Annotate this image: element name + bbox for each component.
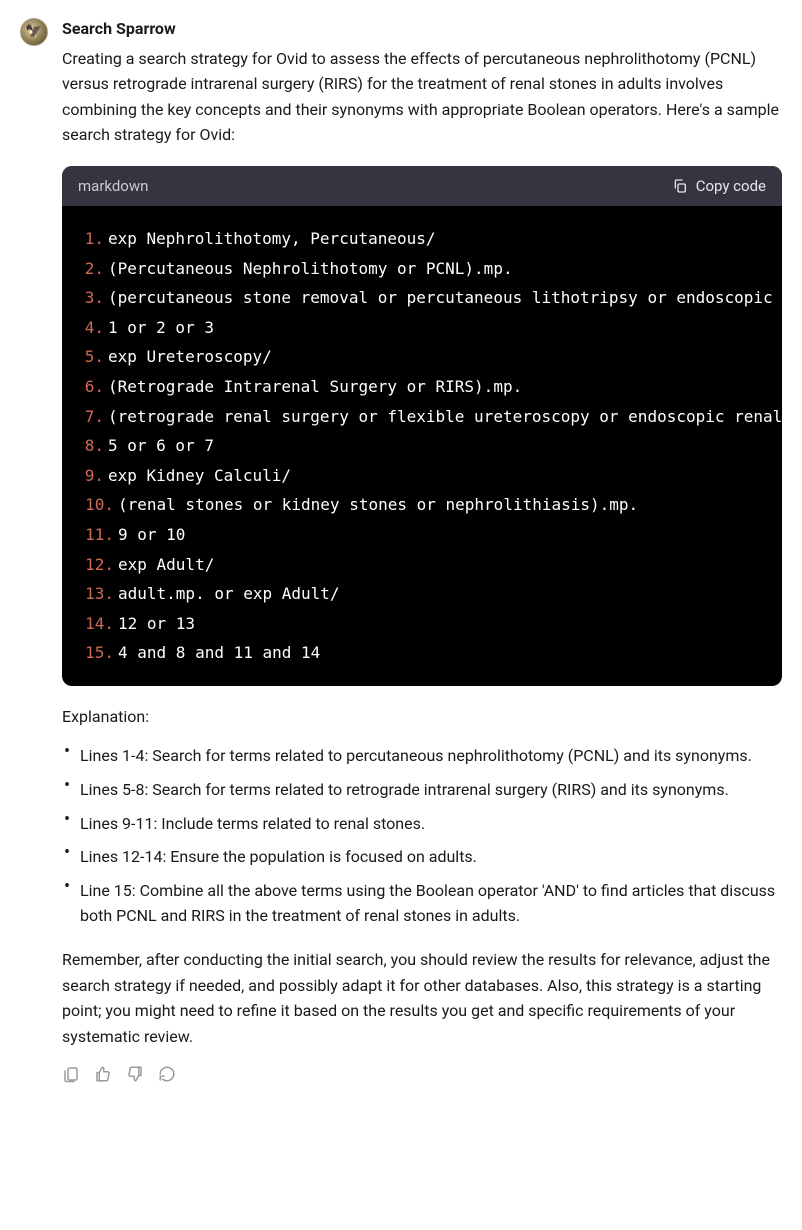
code-scroll[interactable]: 1.exp Nephrolithotomy, Percutaneous/ 2.(…	[62, 206, 782, 686]
code-text: 4 and 8 and 11 and 14	[118, 643, 320, 662]
code-line: 13.adult.mp. or exp Adult/	[76, 579, 782, 609]
line-number: 4.	[76, 313, 104, 343]
thumbs-up-icon	[94, 1065, 112, 1083]
code-line: 7.(retrograde renal surgery or flexible …	[76, 402, 782, 432]
line-number: 14.	[76, 609, 114, 639]
code-language: markdown	[78, 174, 148, 198]
line-number: 3.	[76, 283, 104, 313]
code-body: 1.exp Nephrolithotomy, Percutaneous/ 2.(…	[62, 206, 782, 686]
code-line: 6.(Retrograde Intrarenal Surgery or RIRS…	[76, 372, 782, 402]
code-text: 9 or 10	[118, 525, 185, 544]
explanation-list: Lines 1-4: Search for terms related to p…	[62, 743, 782, 929]
copy-message-button[interactable]	[62, 1065, 80, 1083]
author-name: Search Sparrow	[62, 16, 782, 42]
line-number: 2.	[76, 254, 104, 284]
code-text: 1 or 2 or 3	[108, 318, 214, 337]
assistant-message: 🦅 Search Sparrow Creating a search strat…	[20, 16, 782, 1083]
clipboard-icon	[62, 1065, 80, 1083]
action-bar	[62, 1063, 782, 1083]
list-item: Lines 12-14: Ensure the population is fo…	[62, 844, 782, 870]
line-number: 15.	[76, 638, 114, 668]
code-line: 3.(percutaneous stone removal or percuta…	[76, 283, 782, 313]
line-number: 7.	[76, 402, 104, 432]
code-line: 1.exp Nephrolithotomy, Percutaneous/	[76, 224, 782, 254]
code-text: (Percutaneous Nephrolithotomy or PCNL).m…	[108, 259, 513, 278]
code-text: exp Ureteroscopy/	[108, 347, 272, 366]
code-line: 8.5 or 6 or 7	[76, 431, 782, 461]
line-number: 12.	[76, 550, 114, 580]
code-line: 4.1 or 2 or 3	[76, 313, 782, 343]
code-line: 11.9 or 10	[76, 520, 782, 550]
code-text: exp Kidney Calculi/	[108, 466, 291, 485]
list-item: Lines 1-4: Search for terms related to p…	[62, 743, 782, 769]
regenerate-button[interactable]	[158, 1065, 176, 1083]
line-number: 6.	[76, 372, 104, 402]
intro-text: Creating a search strategy for Ovid to a…	[62, 46, 782, 148]
code-text: adult.mp. or exp Adult/	[118, 584, 340, 603]
copy-code-button[interactable]: Copy code	[672, 177, 766, 195]
code-block: markdown Copy code 1.exp Nephrolithotomy…	[62, 166, 782, 686]
line-number: 10.	[76, 490, 114, 520]
code-line: 14.12 or 13	[76, 609, 782, 639]
clipboard-icon	[672, 178, 688, 194]
code-text: exp Nephrolithotomy, Percutaneous/	[108, 229, 436, 248]
code-line: 12.exp Adult/	[76, 550, 782, 580]
closing-text: Remember, after conducting the initial s…	[62, 947, 782, 1049]
list-item: Lines 5-8: Search for terms related to r…	[62, 777, 782, 803]
code-text: 5 or 6 or 7	[108, 436, 214, 455]
refresh-icon	[158, 1065, 176, 1083]
line-number: 8.	[76, 431, 104, 461]
code-line: 10.(renal stones or kidney stones or nep…	[76, 490, 782, 520]
code-text: (retrograde renal surgery or flexible ur…	[108, 407, 782, 426]
code-line: 15.4 and 8 and 11 and 14	[76, 638, 782, 668]
line-number: 1.	[76, 224, 104, 254]
list-item: Lines 9-11: Include terms related to ren…	[62, 811, 782, 837]
message-content: Search Sparrow Creating a search strateg…	[62, 16, 782, 1083]
code-line: 9.exp Kidney Calculi/	[76, 461, 782, 491]
line-number: 13.	[76, 579, 114, 609]
explanation-label: Explanation:	[62, 704, 782, 730]
code-line: 2.(Percutaneous Nephrolithotomy or PCNL)…	[76, 254, 782, 284]
list-item: Line 15: Combine all the above terms usi…	[62, 878, 782, 929]
code-line: 5.exp Ureteroscopy/	[76, 342, 782, 372]
code-text: (percutaneous stone removal or percutane…	[108, 288, 782, 307]
code-text: (Retrograde Intrarenal Surgery or RIRS).…	[108, 377, 522, 396]
line-number: 11.	[76, 520, 114, 550]
thumbs-up-button[interactable]	[94, 1065, 112, 1083]
thumbs-down-button[interactable]	[126, 1065, 144, 1083]
line-number: 5.	[76, 342, 104, 372]
avatar: 🦅	[20, 18, 48, 46]
code-header: markdown Copy code	[62, 166, 782, 206]
code-text: (renal stones or kidney stones or nephro…	[118, 495, 638, 514]
line-number: 9.	[76, 461, 104, 491]
thumbs-down-icon	[126, 1065, 144, 1083]
copy-label: Copy code	[696, 177, 766, 195]
code-text: 12 or 13	[118, 614, 195, 633]
code-text: exp Adult/	[118, 555, 214, 574]
